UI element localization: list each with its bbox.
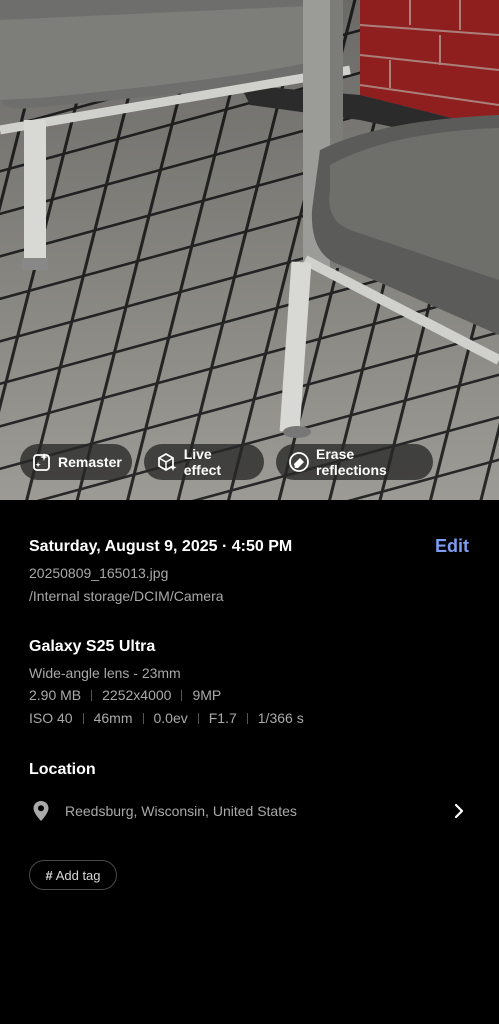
remaster-label: Remaster [58, 454, 122, 470]
sparkle-frame-icon [32, 451, 52, 473]
divider [197, 712, 199, 724]
file-size: 2.90 MB [29, 687, 82, 703]
divider [246, 712, 248, 724]
divider [91, 689, 93, 701]
capture-datetime: Saturday, August 9, 2025 · 4:50 PM [29, 538, 293, 555]
divider [142, 712, 144, 724]
file-path: /Internal storage/DCIM/Camera [29, 588, 224, 604]
aperture: F1.7 [208, 710, 237, 726]
add-tag-button[interactable]: # Add tag [29, 860, 117, 890]
remaster-button[interactable]: Remaster [20, 444, 132, 480]
edit-button[interactable]: Edit [435, 536, 469, 557]
hash-icon: # [45, 867, 53, 883]
add-tag-label: Add tag [55, 867, 101, 883]
resolution: 2252x4000 [102, 687, 172, 703]
erase-reflections-button[interactable]: Erase reflections [276, 444, 433, 480]
lens-info: Wide-angle lens - 23mm [29, 665, 181, 681]
file-name: 20250809_165013.jpg [29, 565, 169, 581]
eraser-icon [288, 451, 310, 473]
cube-sparkle-icon [156, 451, 178, 473]
divider [181, 689, 183, 701]
file-stats-row: 2.90 MB 2252x4000 9MP [29, 687, 221, 703]
live-effect-label: Live effect [183, 446, 222, 478]
focal-length: 46mm [93, 710, 133, 726]
location-row[interactable]: Reedsburg, Wisconsin, United States [29, 798, 469, 824]
photo-preview[interactable] [0, 0, 499, 500]
shutter-speed: 1/366 s [257, 710, 304, 726]
divider [82, 712, 84, 724]
exposure-row: ISO 40 46mm 0.0ev F1.7 1/366 s [29, 710, 304, 726]
location-heading: Location [29, 761, 96, 778]
device-name: Galaxy S25 Ultra [29, 638, 156, 655]
megapixels: 9MP [192, 687, 222, 703]
location-pin-icon [29, 799, 53, 823]
exposure-value: 0.0ev [153, 710, 188, 726]
location-text: Reedsburg, Wisconsin, United States [65, 803, 297, 819]
chevron-right-icon [449, 801, 469, 821]
live-effect-button[interactable]: Live effect [144, 444, 264, 480]
iso: ISO 40 [29, 710, 73, 726]
erase-reflections-label: Erase reflections [316, 446, 387, 478]
